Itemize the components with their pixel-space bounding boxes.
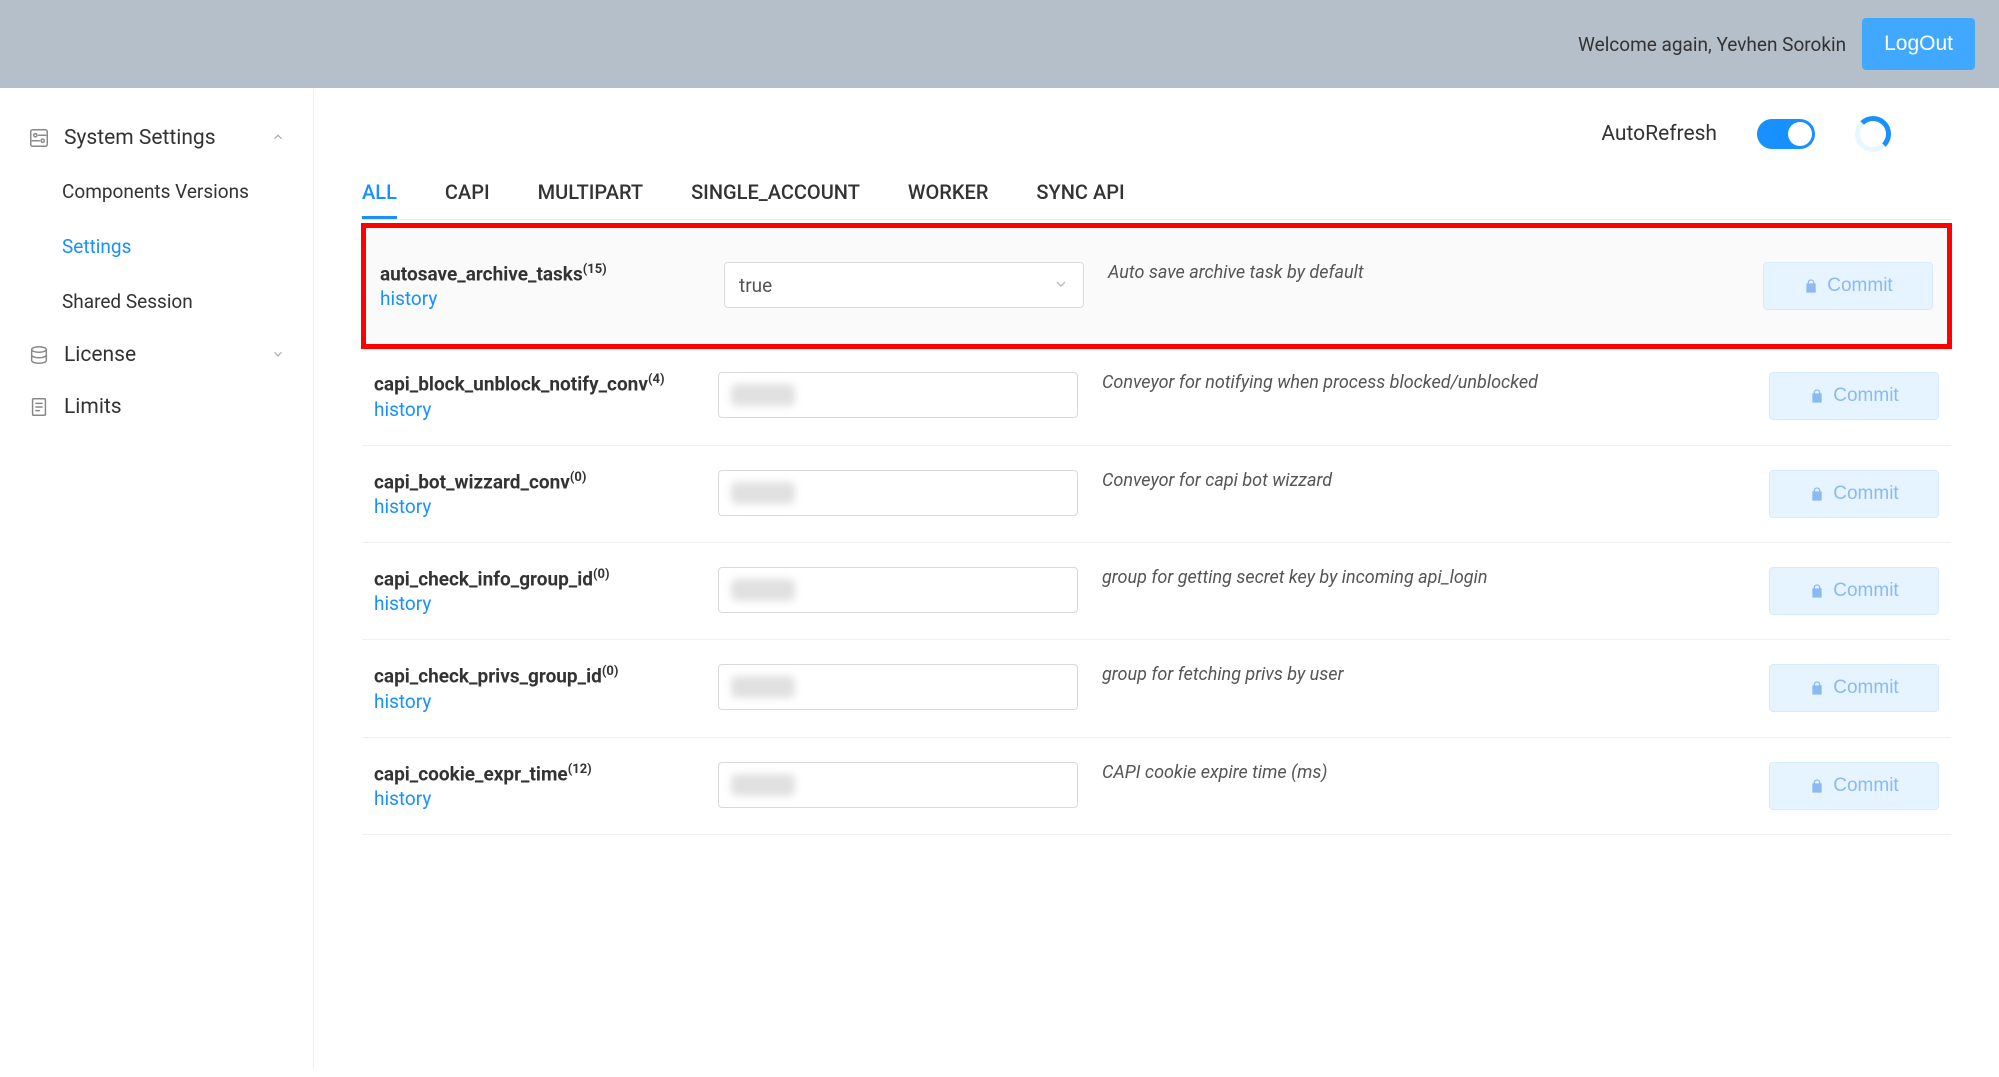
autorefresh-toggle[interactable] bbox=[1757, 119, 1815, 149]
commit-button[interactable]: Commit bbox=[1769, 470, 1939, 518]
tab-capi[interactable]: CAPI bbox=[445, 168, 490, 219]
history-link[interactable]: history bbox=[374, 398, 694, 421]
sidebar-section-label: License bbox=[64, 343, 136, 367]
setting-value-col bbox=[718, 470, 1078, 516]
setting-value-input[interactable] bbox=[718, 372, 1078, 418]
setting-name: capi_check_info_group_id(0) bbox=[374, 567, 694, 590]
setting-name: capi_check_privs_group_id(0) bbox=[374, 664, 694, 687]
setting-value-input[interactable] bbox=[718, 567, 1078, 613]
setting-action-col: Commit bbox=[1769, 762, 1939, 810]
setting-row: capi_cookie_expr_time(12)history CAPI coo… bbox=[362, 738, 1951, 835]
sidebar-item-label: Settings bbox=[62, 235, 131, 258]
loading-spinner-icon bbox=[1855, 116, 1891, 152]
main-content: AutoRefresh ALL CAPI MULTIPART SINGLE_ACCOU… bbox=[314, 88, 1999, 1068]
setting-action-col: Commit bbox=[1769, 372, 1939, 420]
tab-single-account[interactable]: SINGLE_ACCOUNT bbox=[691, 168, 860, 219]
setting-description: Conveyor for notifying when process bloc… bbox=[1102, 372, 1745, 393]
commit-icon bbox=[1809, 680, 1825, 696]
commit-icon bbox=[1809, 583, 1825, 599]
history-link[interactable]: history bbox=[374, 495, 694, 518]
setting-name-col: capi_cookie_expr_time(12)history bbox=[374, 762, 694, 810]
history-link[interactable]: history bbox=[374, 787, 694, 810]
setting-name: autosave_archive_tasks(15) bbox=[380, 262, 700, 285]
commit-icon bbox=[1809, 486, 1825, 502]
setting-value-col bbox=[718, 762, 1078, 808]
history-link[interactable]: history bbox=[374, 592, 694, 615]
sidebar-item-shared-session[interactable]: Shared Session bbox=[0, 274, 313, 329]
commit-button[interactable]: Commit bbox=[1769, 664, 1939, 712]
setting-value-col bbox=[718, 372, 1078, 418]
setting-action-col: Commit bbox=[1763, 262, 1933, 310]
sidebar-section-system-settings[interactable]: System Settings bbox=[0, 112, 313, 164]
setting-name-col: capi_check_privs_group_id(0)history bbox=[374, 664, 694, 712]
commit-button[interactable]: Commit bbox=[1769, 762, 1939, 810]
tab-worker[interactable]: WORKER bbox=[908, 168, 989, 219]
history-link[interactable]: history bbox=[380, 287, 700, 310]
setting-action-col: Commit bbox=[1769, 664, 1939, 712]
setting-name: capi_block_unblock_notify_conv(4) bbox=[374, 372, 694, 395]
sidebar: System Settings Components Versions Sett… bbox=[0, 88, 314, 1068]
tabs: ALL CAPI MULTIPART SINGLE_ACCOUNT WORKER SYNC… bbox=[362, 168, 1951, 220]
settings-icon bbox=[28, 127, 50, 149]
setting-description: group for fetching privs by user bbox=[1102, 664, 1745, 685]
sidebar-item-settings[interactable]: Settings bbox=[0, 219, 313, 274]
commit-button[interactable]: Commit bbox=[1769, 567, 1939, 615]
setting-action-col: Commit bbox=[1769, 470, 1939, 518]
sidebar-section-label: Limits bbox=[64, 395, 122, 419]
setting-value-input[interactable] bbox=[718, 762, 1078, 808]
setting-name-col: capi_check_info_group_id(0)history bbox=[374, 567, 694, 615]
setting-row: capi_check_info_group_id(0)history group … bbox=[362, 543, 1951, 640]
chevron-up-icon bbox=[271, 126, 285, 150]
file-icon bbox=[28, 396, 50, 418]
setting-name-col: capi_block_unblock_notify_conv(4)history bbox=[374, 372, 694, 420]
setting-name: capi_bot_wizzard_conv(0) bbox=[374, 470, 694, 493]
setting-value-select[interactable]: true bbox=[724, 262, 1084, 308]
setting-row: autosave_archive_tasks(15)history true Aut… bbox=[362, 224, 1951, 348]
sidebar-section-license[interactable]: License bbox=[0, 329, 313, 381]
setting-name-col: capi_bot_wizzard_conv(0)history bbox=[374, 470, 694, 518]
commit-icon bbox=[1809, 778, 1825, 794]
setting-row: capi_check_privs_group_id(0)history group… bbox=[362, 640, 1951, 737]
setting-description: Conveyor for capi bot wizzard bbox=[1102, 470, 1745, 491]
topbar: AutoRefresh bbox=[362, 116, 1951, 152]
setting-description: group for getting secret key by incoming… bbox=[1102, 567, 1745, 588]
tab-sync-api[interactable]: SYNC API bbox=[1036, 168, 1124, 219]
setting-value-col bbox=[718, 567, 1078, 613]
setting-name: capi_cookie_expr_time(12) bbox=[374, 762, 694, 785]
setting-description: Auto save archive task by default bbox=[1108, 262, 1739, 283]
commit-icon bbox=[1803, 278, 1819, 294]
commit-icon bbox=[1809, 388, 1825, 404]
database-icon bbox=[28, 344, 50, 366]
sidebar-item-label: Components Versions bbox=[62, 180, 249, 203]
setting-value-input[interactable] bbox=[718, 470, 1078, 516]
tab-multipart[interactable]: MULTIPART bbox=[538, 168, 643, 219]
setting-value-col: true bbox=[724, 262, 1084, 308]
setting-value-col bbox=[718, 664, 1078, 710]
setting-row: capi_bot_wizzard_conv(0)history Conveyor … bbox=[362, 446, 1951, 543]
settings-list: autosave_archive_tasks(15)historytrueAut… bbox=[362, 224, 1951, 835]
sidebar-section-limits[interactable]: Limits bbox=[0, 381, 313, 433]
sidebar-section-label: System Settings bbox=[64, 126, 216, 150]
toggle-knob bbox=[1788, 122, 1812, 146]
tab-all[interactable]: ALL bbox=[362, 168, 397, 219]
header-bar: Welcome again, Yevhen Sorokin LogOut bbox=[0, 0, 1999, 88]
history-link[interactable]: history bbox=[374, 690, 694, 713]
commit-button[interactable]: Commit bbox=[1769, 372, 1939, 420]
setting-row: capi_block_unblock_notify_conv(4)history… bbox=[362, 348, 1951, 445]
sidebar-item-label: Shared Session bbox=[62, 290, 193, 313]
commit-button[interactable]: Commit bbox=[1763, 262, 1933, 310]
logout-button[interactable]: LogOut bbox=[1862, 18, 1975, 70]
chevron-down-icon bbox=[271, 343, 285, 367]
sidebar-item-components-versions[interactable]: Components Versions bbox=[0, 164, 313, 219]
setting-action-col: Commit bbox=[1769, 567, 1939, 615]
setting-value-input[interactable] bbox=[718, 664, 1078, 710]
autorefresh-label: AutoRefresh bbox=[1601, 122, 1717, 146]
setting-description: CAPI cookie expire time (ms) bbox=[1102, 762, 1745, 783]
setting-name-col: autosave_archive_tasks(15)history bbox=[380, 262, 700, 310]
chevron-down-icon bbox=[1053, 274, 1069, 297]
welcome-text: Welcome again, Yevhen Sorokin bbox=[1578, 33, 1846, 56]
